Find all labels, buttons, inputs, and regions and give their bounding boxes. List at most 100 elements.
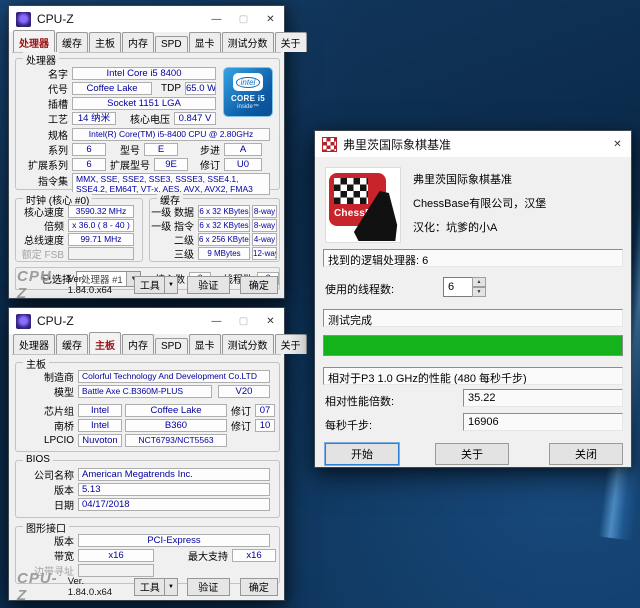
tab-about[interactable]: 关于 [275, 32, 307, 52]
tab-memory[interactable]: 内存 [122, 334, 154, 354]
chipset-vendor-field: Intel [78, 404, 122, 417]
tools-dropdown-icon[interactable]: ▼ [165, 276, 177, 294]
progress-fill [324, 336, 622, 355]
threads-spinner[interactable]: ▲ ▼ [443, 277, 486, 297]
chipset-rev-label: 修订 [227, 403, 255, 418]
ok-button[interactable]: 确定 [240, 578, 278, 596]
l1i-way-field: 8-way [252, 219, 277, 232]
tab-spd[interactable]: SPD [155, 338, 188, 354]
maximize-button[interactable]: ▢ [230, 6, 257, 32]
cache-group: 缓存 一级 数据 6 x 32 KBytes 8-way 一级 指令 6 x 3… [149, 198, 280, 262]
rated-fsb-field [68, 247, 134, 260]
titlebar[interactable]: CPU-Z — ▢ ✕ [9, 6, 284, 32]
cpuz-brand: CPU-Z [17, 570, 61, 604]
kilonodes-field: 16906 [463, 413, 623, 431]
tools-dropdown-icon[interactable]: ▼ [165, 578, 177, 596]
version-text: Ver. 1.84.0.x64 [68, 274, 123, 296]
ok-button[interactable]: 确定 [240, 276, 278, 294]
about-line-3: 汉化：坑爹的小A [413, 219, 497, 235]
l1d-label: 一级 数据 [150, 204, 198, 219]
group-legend: 处理器 [23, 52, 59, 67]
technology-field: 14 纳米 [72, 112, 116, 125]
mainboard-group: 主板 制造商 Colorful Technology And Developme… [15, 362, 280, 452]
core-speed-label: 核心速度 [16, 204, 68, 219]
window-title: 弗里茨国际象棋基准 [343, 136, 451, 153]
lpcio-label: LPCIO [16, 435, 78, 446]
tab-memory[interactable]: 内存 [122, 32, 154, 52]
intel-logo: intel [236, 77, 261, 88]
l2-size-field: 6 x 256 KBytes [198, 233, 250, 246]
desktop: CPU-Z — ▢ ✕ 处理器 缓存 主板 内存 SPD 显卡 测试分数 关于 … [0, 0, 640, 608]
tools-button[interactable]: 工具 [134, 578, 165, 596]
chipset-label: 芯片组 [16, 403, 78, 418]
chipset-field: Coffee Lake [125, 404, 227, 417]
tab-bench[interactable]: 测试分数 [222, 334, 274, 354]
stepping-label: 步进 [178, 142, 224, 157]
name-label: 名字 [16, 66, 72, 81]
validate-button[interactable]: 验证 [187, 276, 230, 294]
window-title: CPU-Z [37, 12, 74, 26]
specification-field: Intel(R) Core(TM) i5-8400 CPU @ 2.80GHz [72, 128, 270, 141]
tab-spd[interactable]: SPD [155, 36, 188, 52]
about-button[interactable]: 关于 [435, 443, 509, 465]
tab-mainboard[interactable]: 主板 [89, 32, 121, 52]
cpuz-app-icon [16, 314, 31, 329]
close-button[interactable]: ✕ [604, 131, 631, 157]
tab-graphics[interactable]: 显卡 [189, 334, 221, 354]
gfx-max-field: x16 [232, 549, 276, 562]
threads-input[interactable] [443, 277, 472, 297]
validate-button[interactable]: 验证 [187, 578, 230, 596]
tdp-label: TDP [152, 83, 185, 94]
model-label: 型号 [106, 142, 144, 157]
bios-version-field: 5.13 [78, 483, 270, 496]
fritz-app-icon [322, 137, 337, 152]
maximize-button[interactable]: ▢ [230, 308, 257, 334]
checkerboard-pattern [334, 178, 368, 204]
footer-bar: CPU-Z Ver. 1.84.0.x64 工具 ▼ 验证 确定 [17, 577, 278, 596]
codename-field: Coffee Lake [72, 82, 152, 95]
tab-mainboard[interactable]: 主板 [89, 332, 121, 354]
close-action-button[interactable]: 关闭 [549, 443, 623, 465]
southbridge-vendor-field: Intel [78, 419, 122, 432]
model-field: E [144, 143, 178, 156]
tab-about[interactable]: 关于 [275, 334, 307, 354]
southbridge-field: B360 [125, 419, 227, 432]
gfx-width-label: 带宽 [16, 548, 78, 563]
start-button[interactable]: 开始 [325, 443, 399, 465]
tab-cpu[interactable]: 处理器 [13, 30, 55, 52]
instructions-label: 指令集 [16, 173, 72, 188]
tab-caches[interactable]: 缓存 [56, 334, 88, 354]
titlebar[interactable]: 弗里茨国际象棋基准 ✕ [315, 131, 631, 157]
tab-graphics[interactable]: 显卡 [189, 32, 221, 52]
rated-fsb-label: 额定 FSB [16, 246, 68, 261]
bus-speed-field: 99.71 MHz [68, 233, 134, 246]
spin-up-button[interactable]: ▲ [472, 277, 486, 287]
benchmark-caption-field: 相对于P3 1.0 GHz的性能 (480 每秒千步) [323, 367, 623, 385]
l2-way-field: 4-way [252, 233, 277, 246]
model-rev-field: V20 [218, 385, 270, 398]
bios-version-label: 版本 [16, 482, 78, 497]
tools-button[interactable]: 工具 [134, 276, 165, 294]
close-button[interactable]: ✕ [257, 308, 284, 334]
gfx-version-label: 版本 [16, 533, 78, 548]
codename-label: 代号 [16, 81, 72, 96]
badge-core-text: CORE i5 [231, 94, 265, 103]
cpuz-brand: CPU-Z [17, 268, 61, 302]
clocks-group: 时钟 (核心 #0) 核心速度 3590.32 MHz 倍频 x 36.0 ( … [15, 198, 143, 262]
badge-inside-text: inside™ [237, 104, 259, 110]
relative-perf-label: 相对性能倍数: [325, 393, 394, 409]
close-button[interactable]: ✕ [257, 6, 284, 32]
tab-cpu[interactable]: 处理器 [13, 334, 55, 354]
bios-brand-label: 公司名称 [16, 467, 78, 482]
minimize-button[interactable]: — [203, 308, 230, 334]
titlebar[interactable]: CPU-Z — ▢ ✕ [9, 308, 284, 334]
tab-caches[interactable]: 缓存 [56, 32, 88, 52]
kilonodes-label: 每秒千步: [325, 417, 372, 433]
minimize-button[interactable]: — [203, 6, 230, 32]
threads-used-label: 使用的线程数: [325, 281, 394, 297]
progress-bar [323, 335, 623, 356]
southbridge-label: 南桥 [16, 418, 78, 433]
tab-bench[interactable]: 测试分数 [222, 32, 274, 52]
core-speed-field: 3590.32 MHz [68, 205, 134, 218]
spin-down-button[interactable]: ▼ [472, 287, 486, 297]
